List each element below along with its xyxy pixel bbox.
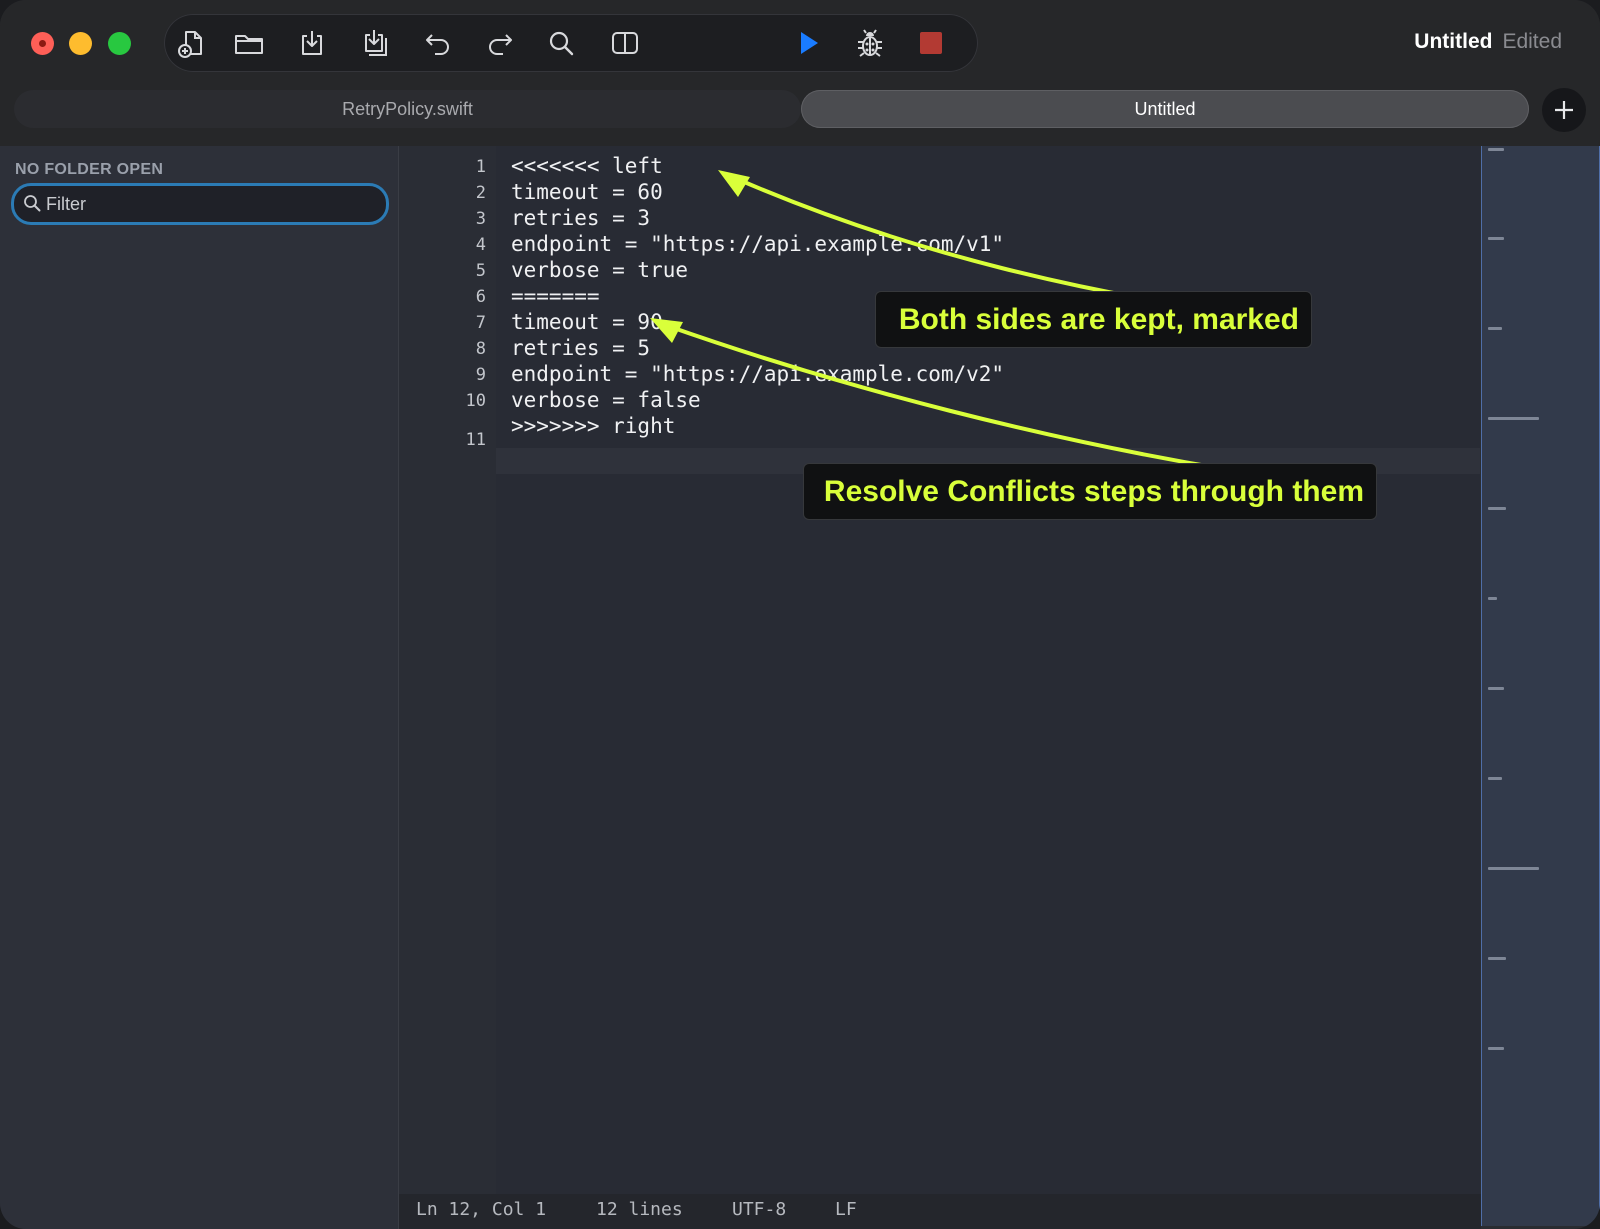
line-ending[interactable]: LF <box>835 1199 857 1220</box>
code-line: <<<<<<< left <box>511 154 663 178</box>
sidebar-title: NO FOLDER OPEN <box>15 161 164 178</box>
line-number: 9 <box>475 365 486 385</box>
line-number-gutter: 1 2 3 4 5 6 7 8 9 10 11 <box>399 146 496 1194</box>
undo-button[interactable] <box>417 22 459 64</box>
search-button[interactable] <box>540 22 582 64</box>
code-line: verbose = false <box>511 388 701 412</box>
line-number: 4 <box>475 235 486 255</box>
stop-button[interactable] <box>910 22 952 64</box>
maximize-window-button[interactable] <box>108 32 131 55</box>
redo-icon <box>489 34 512 55</box>
document-status: Edited <box>1502 30 1562 53</box>
search-icon <box>24 195 41 212</box>
folder-icon <box>235 35 263 54</box>
minimap-mark <box>1488 597 1497 600</box>
title-bar: Untitled Edited <box>0 0 1600 88</box>
line-number: 10 <box>465 391 486 411</box>
save-all-button[interactable] <box>354 22 396 64</box>
minimap-mark <box>1488 687 1504 690</box>
minimap-mark <box>1488 148 1504 151</box>
tab-untitled[interactable]: Untitled <box>801 90 1529 128</box>
annotation-callout: Both sides are kept, marked <box>875 291 1312 348</box>
minimap-mark <box>1488 867 1539 870</box>
code-line: retries = 5 <box>511 336 651 360</box>
filter-field[interactable] <box>11 183 389 225</box>
search-icon <box>549 31 574 56</box>
toolbar <box>164 14 978 72</box>
document-title: Untitled Edited <box>1414 30 1562 54</box>
minimap-mark <box>1488 327 1502 330</box>
open-folder-button[interactable] <box>228 22 270 64</box>
line-number: 8 <box>475 339 486 359</box>
filter-input[interactable] <box>44 190 368 218</box>
tab-retrypolicy[interactable]: RetryPolicy.swift <box>14 90 801 128</box>
stop-icon <box>920 32 942 54</box>
split-view-icon <box>612 32 638 54</box>
status-bar: Ln 12, Col 1 12 lines UTF-8 LF <box>399 1194 1481 1229</box>
line-count: 12 lines <box>596 1199 683 1220</box>
line-number: 1 <box>475 157 486 177</box>
minimap-mark <box>1488 507 1506 510</box>
editor-window: Untitled Edited RetryPolicy.swift Untitle… <box>0 0 1600 1229</box>
minimap-mark <box>1488 237 1504 240</box>
code-line: endpoint = "https://api.example.com/v1" <box>511 232 1005 256</box>
document-name: Untitled <box>1414 30 1493 53</box>
minimap[interactable] <box>1481 146 1600 1226</box>
minimap-mark <box>1488 417 1539 420</box>
download-icon <box>302 31 322 55</box>
code-line: endpoint = "https://api.example.com/v2" <box>511 362 1005 386</box>
code-line: timeout = 90 <box>511 310 663 334</box>
tab-bar: RetryPolicy.swift Untitled <box>0 88 1600 146</box>
code-line: timeout = 60 <box>511 180 663 204</box>
bug-icon <box>858 29 882 57</box>
code-line: ======= <box>511 284 600 308</box>
plus-icon <box>1555 101 1573 119</box>
play-icon <box>801 32 818 54</box>
line-number: 11 <box>465 430 486 450</box>
close-window-button[interactable] <box>31 32 54 55</box>
sidebar: NO FOLDER OPEN <box>0 146 399 1229</box>
annotation-callout: Resolve Conflicts steps through them <box>803 463 1377 520</box>
run-button[interactable] <box>787 22 829 64</box>
new-file-icon <box>178 31 202 58</box>
line-number: 7 <box>475 313 486 333</box>
undo-icon <box>426 34 449 55</box>
split-view-button[interactable] <box>604 22 646 64</box>
minimap-mark <box>1488 777 1502 780</box>
line-number: 5 <box>475 261 486 281</box>
code-line: >>>>>>> right <box>511 414 676 438</box>
line-number: 3 <box>475 209 486 229</box>
new-tab-button[interactable] <box>1542 88 1586 132</box>
save-button[interactable] <box>291 22 333 64</box>
line-number: 6 <box>475 287 486 307</box>
cursor-position[interactable]: Ln 12, Col 1 <box>416 1199 546 1220</box>
line-number: 2 <box>475 183 486 203</box>
debug-button[interactable] <box>849 22 891 64</box>
new-file-button[interactable] <box>170 22 212 64</box>
minimap-mark <box>1488 957 1506 960</box>
minimize-window-button[interactable] <box>69 32 92 55</box>
redo-button[interactable] <box>479 22 521 64</box>
code-line: verbose = true <box>511 258 689 282</box>
encoding[interactable]: UTF-8 <box>732 1199 786 1220</box>
save-all-icon <box>365 30 387 56</box>
minimap-mark <box>1488 1047 1504 1050</box>
code-line: retries = 3 <box>511 206 651 230</box>
